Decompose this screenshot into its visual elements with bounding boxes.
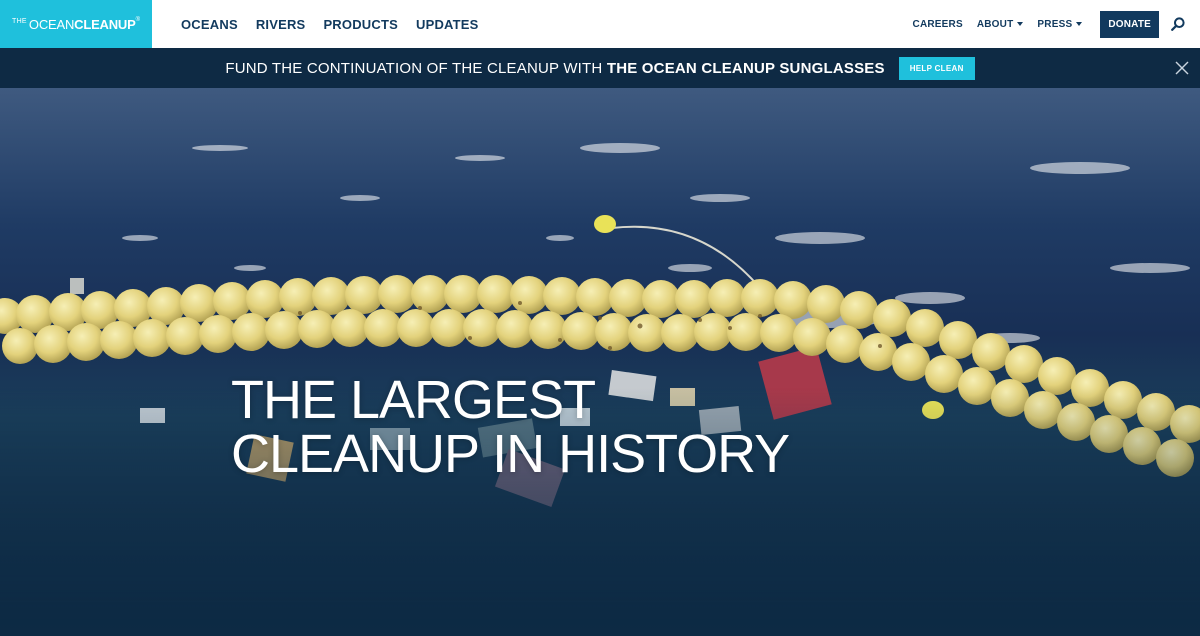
chevron-down-icon <box>1017 22 1024 26</box>
hero-background-image <box>0 143 1200 636</box>
main-nav: OCEANS RIVERS PRODUCTS UPDATES <box>181 17 497 32</box>
banner-highlight: THE OCEAN CLEANUP SUNGLASSES <box>606 59 885 77</box>
logo[interactable]: THE OCEAN CLEANUP ® <box>0 0 152 48</box>
hero-section: THE LARGEST CLEANUP IN HISTORY <box>0 88 1200 636</box>
nav-updates[interactable]: UPDATES <box>416 17 479 32</box>
logo-the: THE <box>12 17 27 25</box>
announcement-banner: FUND THE CONTINUATION OF THE CLEANUP WIT… <box>0 48 1200 88</box>
hero-title: THE LARGEST CLEANUP IN HISTORY <box>231 370 790 484</box>
hero-title-line-2: CLEANUP IN HISTORY <box>231 424 790 484</box>
chevron-down-icon <box>1076 22 1083 26</box>
nav-about-label: ABOUT <box>976 18 1014 30</box>
nav-about[interactable]: ABOUT <box>977 19 1024 30</box>
help-clean-button[interactable]: HELP CLEAN <box>898 56 975 80</box>
search-icon[interactable] <box>1171 17 1185 31</box>
logo-ocean: OCEAN <box>28 16 75 32</box>
nav-oceans[interactable]: OCEANS <box>181 17 238 32</box>
banner-text: FUND THE CONTINUATION OF THE CLEANUP WIT… <box>225 60 884 77</box>
nav-rivers[interactable]: RIVERS <box>256 17 306 32</box>
site-header: THE OCEAN CLEANUP ® OCEANS RIVERS PRODUC… <box>0 0 1200 48</box>
hero-title-line-1: THE LARGEST <box>231 370 596 430</box>
donate-button[interactable]: DONATE <box>1100 10 1159 38</box>
nav-products[interactable]: PRODUCTS <box>323 17 398 32</box>
banner-text-main: FUND THE CONTINUATION OF THE CLEANUP WIT… <box>225 59 607 77</box>
nav-careers[interactable]: CAREERS <box>913 19 963 30</box>
nav-press-label: PRESS <box>1037 18 1073 30</box>
secondary-nav: CAREERS ABOUT PRESS DONATE <box>913 0 1200 48</box>
close-icon[interactable] <box>1174 60 1190 76</box>
logo-trademark: ® <box>135 17 140 23</box>
nav-press[interactable]: PRESS <box>1037 18 1083 30</box>
nav-careers-label: CAREERS <box>912 18 963 30</box>
logo-cleanup: CLEANUP <box>74 16 136 32</box>
